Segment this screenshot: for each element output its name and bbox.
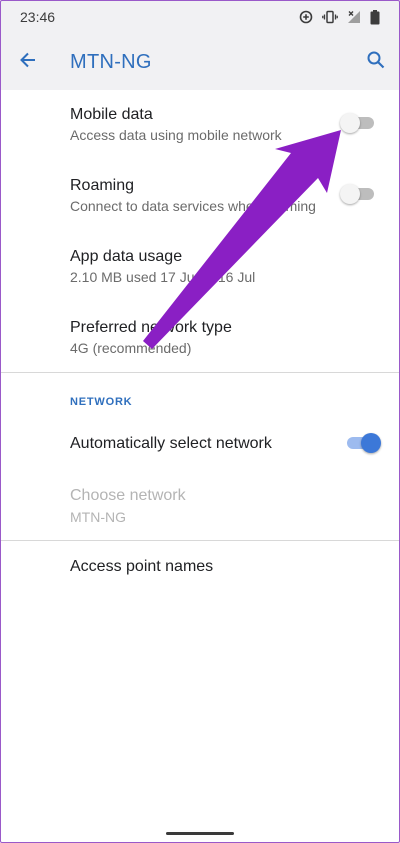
- toggle-thumb: [340, 184, 360, 204]
- search-button[interactable]: [360, 46, 392, 78]
- choose-network-item: Choose network MTN-NG: [0, 470, 400, 540]
- mobile-data-toggle[interactable]: [340, 113, 376, 133]
- vibrate-icon: [322, 10, 338, 24]
- status-time: 23:46: [20, 9, 56, 25]
- home-indicator[interactable]: [166, 832, 234, 835]
- roaming-summary: Connect to data services when roaming: [70, 198, 316, 214]
- section-divider: [0, 372, 400, 373]
- choose-network-title: Choose network: [70, 487, 186, 504]
- choose-network-summary: MTN-NG: [70, 509, 126, 525]
- page-title: MTN-NG: [70, 51, 152, 73]
- preferred-network-summary: 4G (recommended): [70, 340, 192, 356]
- search-icon: [366, 50, 386, 75]
- access-point-names-item[interactable]: Access point names: [0, 541, 400, 593]
- arrow-back-icon: [18, 50, 38, 75]
- mobile-data-item[interactable]: Mobile data Access data using mobile net…: [0, 90, 400, 160]
- app-bar: MTN-NG: [0, 34, 400, 90]
- auto-select-network-title: Automatically select network: [70, 435, 272, 452]
- no-signal-icon: [347, 10, 361, 24]
- mobile-data-summary: Access data using mobile network: [70, 127, 282, 143]
- data-saver-icon: [299, 10, 313, 24]
- auto-select-network-toggle[interactable]: [345, 433, 381, 453]
- app-data-usage-title: App data usage: [70, 248, 183, 265]
- roaming-toggle[interactable]: [340, 184, 376, 204]
- back-button[interactable]: [12, 46, 44, 78]
- access-point-names-title: Access point names: [70, 558, 214, 575]
- toggle-thumb: [361, 433, 381, 453]
- toggle-thumb: [340, 113, 360, 133]
- preferred-network-item[interactable]: Preferred network type 4G (recommended): [0, 302, 400, 372]
- status-icons: [299, 9, 380, 25]
- roaming-title: Roaming: [70, 177, 135, 194]
- preferred-network-title: Preferred network type: [70, 319, 232, 336]
- status-bar: 23:46: [0, 0, 400, 34]
- network-section-header: NETWORK: [70, 396, 133, 408]
- auto-select-network-item[interactable]: Automatically select network: [0, 418, 400, 470]
- app-data-usage-item[interactable]: App data usage 2.10 MB used 17 Jun – 16 …: [0, 231, 400, 302]
- mobile-data-title: Mobile data: [70, 106, 153, 123]
- roaming-item[interactable]: Roaming Connect to data services when ro…: [0, 160, 400, 231]
- battery-icon: [370, 9, 380, 25]
- app-data-usage-summary: 2.10 MB used 17 Jun – 16 Jul: [70, 269, 256, 285]
